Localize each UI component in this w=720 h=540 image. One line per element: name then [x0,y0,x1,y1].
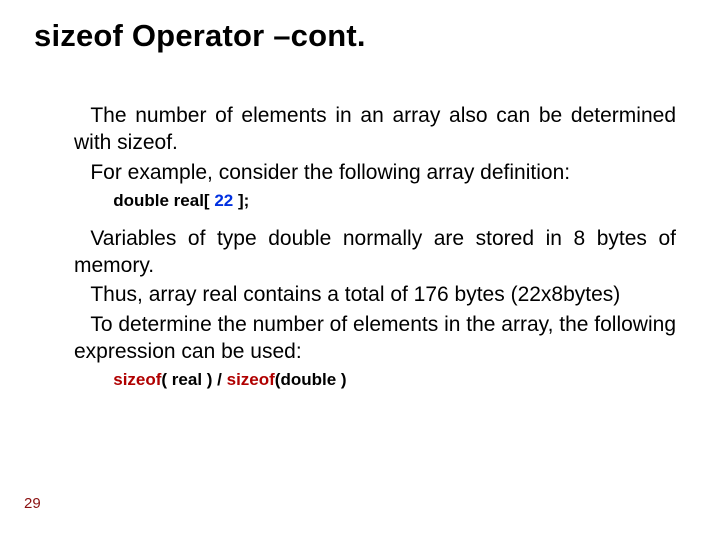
bullet-glyph-icon:  [74,160,90,184]
bullet-item: Variables of type double normally are s… [74,225,676,280]
code-example-2: sizeof( real ) / sizeof(double ) [74,370,676,390]
bullet-item: For example, consider the following arr… [74,159,676,187]
page-number: 29 [24,495,41,512]
bullet-glyph-icon:  [74,282,90,306]
slide-title: sizeof Operator –cont. [34,18,686,54]
bullet-text: Variables of type double normally are st… [74,227,676,277]
bullet-item: To determine the number of elements in … [74,311,676,366]
bullet-text: Thus, array real contains a total of 176… [90,283,620,306]
bullet-glyph-icon:  [74,103,90,127]
code-literal: 22 [214,191,233,210]
slide-content: The number of elements in an array also… [34,102,686,390]
code-token: (double ) [275,370,347,389]
bullet-glyph-icon:  [100,191,113,210]
code-token: ( real ) / [161,370,226,389]
bullet-glyph-icon:  [74,312,90,336]
bullet-text: For example, consider the following arra… [90,161,570,184]
bullet-text: To determine the number of elements in t… [74,313,676,363]
bullet-glyph-icon:  [74,226,90,250]
bullet-text: The number of elements in an array also … [74,104,676,154]
code-keyword: sizeof [227,370,275,389]
bullet-item: Thus, array real contains a total of 17… [74,281,676,309]
code-token: ]; [233,191,249,210]
bullet-item: The number of elements in an array also… [74,102,676,157]
code-token: double real[ [113,191,214,210]
code-keyword: sizeof [113,370,161,389]
bullet-glyph-icon:  [100,370,113,389]
code-example-1: double real[ 22 ]; [74,191,676,211]
